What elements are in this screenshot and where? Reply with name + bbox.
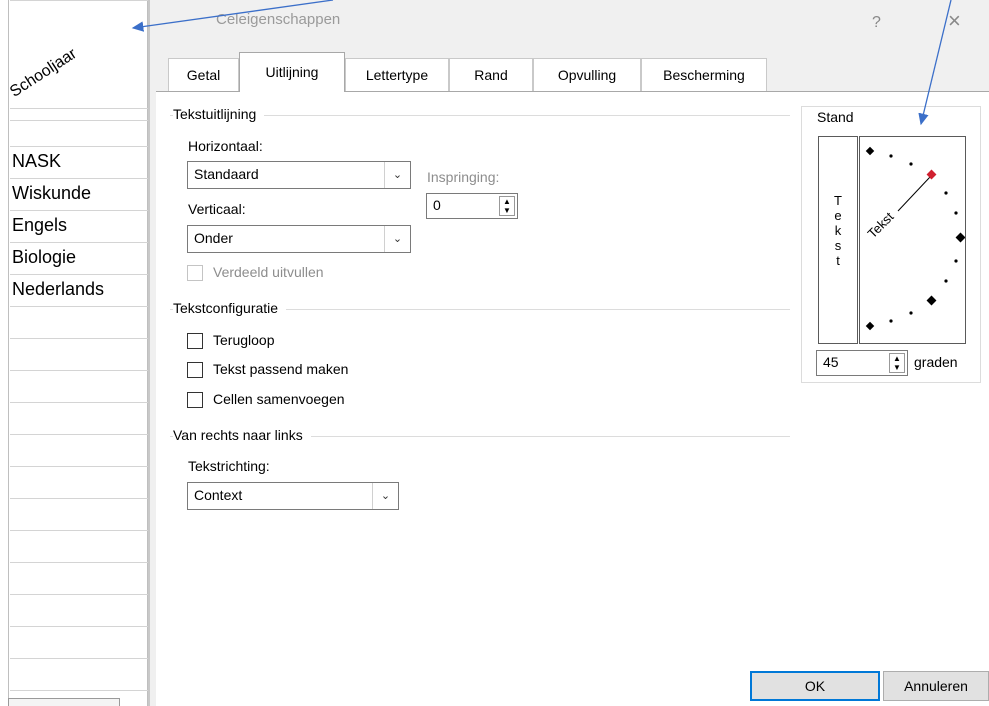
vertical-letter: e [834,208,842,223]
grid-line [10,626,148,627]
horizontal-label: Horizontaal: [188,138,263,154]
grid-line [10,338,148,339]
dial-marker [955,232,966,243]
dial-marker [865,146,875,156]
vertical-letter: k [834,223,842,238]
vertical-letter: t [836,253,840,268]
text-direction-label: Tekstrichting: [188,458,270,474]
tab-lettertype[interactable]: Lettertype [345,58,449,91]
dial-dot [944,191,948,195]
vertical-letter: T [834,193,842,208]
grid-line [10,466,148,467]
spreadsheet-area: Schooljaar NASK Wiskunde Engels Biologie… [0,0,148,706]
dial-dot [954,211,958,215]
cell-subject[interactable]: Wiskunde [12,178,91,208]
text-direction-select[interactable]: Context ⌄ [187,482,399,510]
grid-line [10,530,148,531]
indent-value: 0 [433,197,441,213]
grid-line [10,562,148,563]
row-header-border [8,0,9,706]
wrap-checkbox[interactable] [187,333,203,349]
vertical-value: Onder [194,230,233,246]
help-button[interactable]: ? [872,14,881,32]
shrink-checkbox[interactable] [187,362,203,378]
chevron-down-icon[interactable]: ⌄ [384,226,410,252]
dial-graphic: Tekst [865,146,966,331]
degrees-label: graden [914,354,958,370]
vertical-letter: s [834,238,842,253]
tab-uitlijning[interactable]: Uitlijning [239,52,345,92]
group-text-alignment: Tekstuitlijning [173,106,265,122]
vertical-label: Verticaal: [188,201,246,217]
dial-marker [865,321,875,331]
cell-subject[interactable]: Nederlands [12,274,104,304]
grid-line [10,402,148,403]
degrees-value: 45 [823,354,839,370]
indent-label: Inspringing: [427,169,500,185]
dial-dot [954,259,958,263]
cell-subject[interactable]: Engels [12,210,67,240]
grid-line [10,108,148,109]
grid-line [10,370,148,371]
shrink-label: Tekst passend maken [213,361,349,377]
tab-rand[interactable]: Rand [449,58,533,91]
cell-subject[interactable]: NASK [12,146,61,176]
sheet-tab[interactable] [8,698,120,706]
dial-dot [889,319,893,323]
dial-dot [944,279,948,283]
tab-opvulling[interactable]: Opvulling [533,58,641,91]
dial-marker [926,295,937,306]
cancel-button[interactable]: Annuleren [883,671,989,701]
grid-line [10,434,148,435]
grid-line [10,594,148,595]
grid-line [10,658,148,659]
indent-spinner[interactable]: 0 ▲ ▼ [426,193,518,219]
degrees-spinner[interactable]: 45 ▲ ▼ [816,350,908,376]
merge-label: Cellen samenvoegen [213,391,345,407]
grid-line [10,306,148,307]
group-rtl: Van rechts naar links [173,427,311,443]
chevron-down-icon[interactable]: ⌄ [372,483,398,509]
horizontal-value: Standaard [194,166,259,182]
chevron-down-icon[interactable]: ⌄ [384,162,410,188]
close-icon[interactable]: × [948,8,961,34]
vertical-text-toggle[interactable]: T e k s t [818,136,858,344]
spin-arrows-icon[interactable]: ▲ ▼ [499,196,515,216]
dial-dot [889,154,893,158]
tab-getal[interactable]: Getal [168,58,239,91]
dialog-title: Celeigenschappen [216,11,341,28]
dial-dot [909,311,913,315]
vertical-select[interactable]: Onder ⌄ [187,225,411,253]
grid-line [10,120,148,121]
wrap-label: Terugloop [213,332,275,348]
spin-arrows-icon[interactable]: ▲ ▼ [889,353,905,373]
tab-bescherming[interactable]: Bescherming [641,58,767,91]
grid-line [10,0,148,1]
orientation-dial[interactable]: Tekst [859,136,966,344]
ok-button[interactable]: OK [750,671,880,701]
distributed-checkbox[interactable] [187,265,203,281]
text-direction-value: Context [194,487,243,503]
cell-subject[interactable]: Biologie [12,242,76,272]
dial-text: Tekst [865,209,897,241]
distributed-label: Verdeeld uitvullen [213,264,324,280]
group-text-control: Tekstconfiguratie [173,300,287,316]
dial-handle[interactable] [926,169,937,180]
grid-line [10,498,148,499]
grid-line [10,690,148,691]
dial-dot [909,162,913,166]
dial-needle [897,176,931,212]
orientation-label: Stand [813,109,858,125]
horizontal-select[interactable]: Standaard ⌄ [187,161,411,189]
cell-header-rotated[interactable]: Schooljaar [7,45,80,101]
merge-checkbox[interactable] [187,392,203,408]
